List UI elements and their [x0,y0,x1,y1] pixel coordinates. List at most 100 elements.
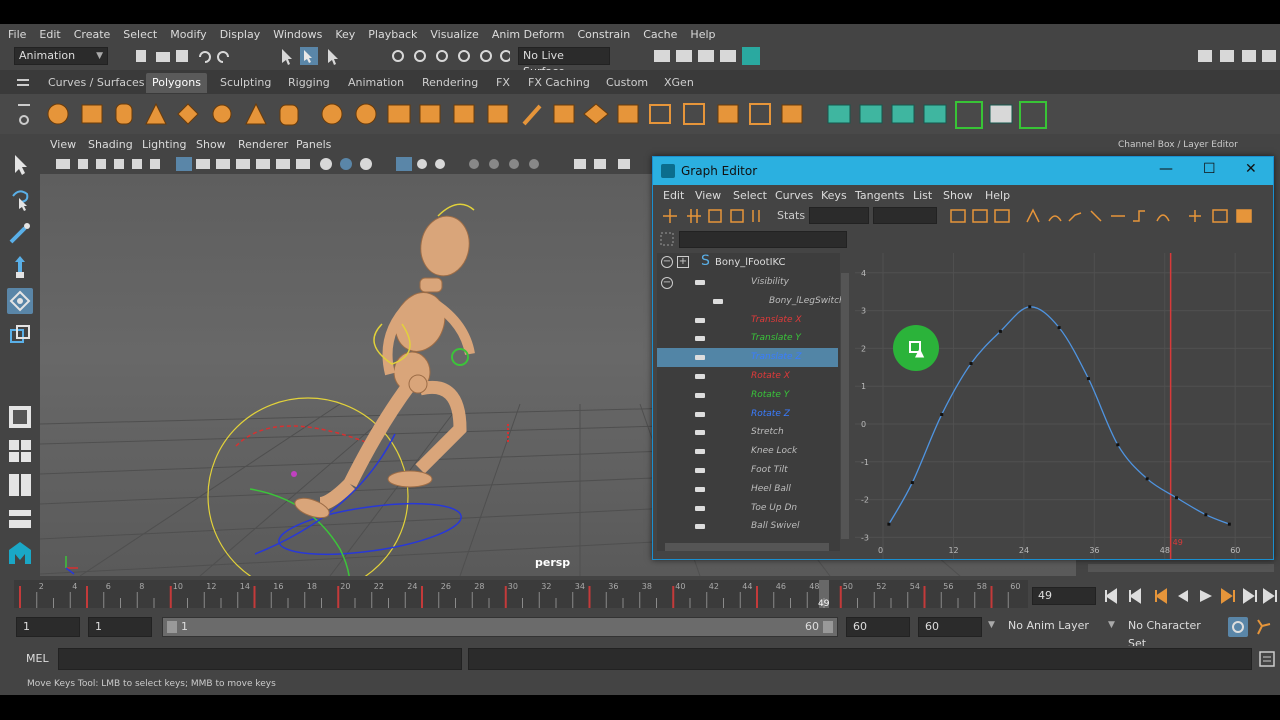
playback-start-field[interactable]: 1 [88,617,152,637]
graph-menu-select[interactable]: Select [733,189,767,202]
shelf-tab-fx-caching[interactable]: FX Caching [522,73,596,93]
menu-select[interactable]: Select [123,28,157,41]
close-icon[interactable]: ✕ [1245,161,1257,177]
outliner-item-ball-swivel[interactable]: Ball Swivel [657,517,838,536]
outliner-item-rotate-z[interactable]: Rotate Z [657,405,838,424]
shelf-icon-row[interactable] [44,100,1064,130]
live-surface-field[interactable]: No Live Surface [518,47,610,78]
outliner-item-rotate-x[interactable]: Rotate X [657,367,838,386]
playback-end-field[interactable]: 60 [846,617,910,637]
outliner-item-translate-x[interactable]: Translate X [657,311,838,330]
range-slider[interactable]: 1 60 [162,617,838,637]
viewport-menu-view[interactable]: View [50,138,76,151]
single-pane-layout-icon[interactable] [7,404,33,430]
outliner-filter-field[interactable] [679,231,847,248]
outliner-item-rotate-y[interactable]: Rotate Y [657,386,838,405]
graph-menu-show[interactable]: Show [943,189,973,202]
time-slider[interactable]: 2 4 6 8 10 12 14 16 18 20 22 24 26 28 30 32 34 36 38 40 42 44… [14,580,1028,609]
script-editor-icon[interactable] [1258,650,1276,668]
outliner-item-heel-ball[interactable]: Heel Ball [657,480,838,499]
graph-menu-curves[interactable]: Curves [775,189,813,202]
anim-layer-dropdown[interactable]: No Anim Layer [1002,617,1102,637]
range-right-handle[interactable] [823,621,833,633]
shelf-tab-sculpting[interactable]: Sculpting [214,73,277,93]
time-slider-ticks[interactable]: 2 4 6 8 10 12 14 16 18 20 22 24 26 28 30 32 34 36 38 40 42 44… [14,580,1028,609]
graph-menu-tangents[interactable]: Tangents [855,189,904,202]
outliner-hscrollbar[interactable] [665,543,829,551]
playback-controls[interactable] [1100,584,1280,608]
menu-anim-deform[interactable]: Anim Deform [492,28,565,41]
curve-graph[interactable]: 4 3 2 1 0 -1 -2 -3 0 12 24 36 48 60 49 [855,253,1271,559]
outliner-item-translate-z[interactable]: Translate Z [657,348,838,368]
current-frame-field[interactable]: 49 [1032,587,1096,605]
outliner-vscrollbar[interactable] [841,273,849,539]
rotate-tool-icon[interactable] [7,288,33,314]
filter-icon[interactable] [659,231,675,247]
outliner-item-toe-up-dn[interactable]: Toe Up Dn [657,499,838,518]
outliner-root[interactable]: − + S Bony_lFootIKC [657,253,840,273]
collapse-icon[interactable]: − [661,256,673,268]
viewport-toolbar[interactable] [44,154,654,174]
outliner-item-knee-lock[interactable]: Knee Lock [657,442,838,461]
graph-menu-list[interactable]: List [913,189,932,202]
menu-visualize[interactable]: Visualize [430,28,478,41]
graph-menu-help[interactable]: Help [985,189,1010,202]
select-tool-icon[interactable] [7,152,33,178]
menu-display[interactable]: Display [220,28,261,41]
viewport-menu-shading[interactable]: Shading [88,138,133,151]
shelf-tab-rigging[interactable]: Rigging [282,73,336,93]
prefs-icons[interactable] [1226,616,1278,638]
menu-windows[interactable]: Windows [273,28,322,41]
chevron-down-icon[interactable]: ▼ [1108,620,1115,630]
move-tool-icon[interactable] [7,254,33,280]
scale-tool-icon[interactable] [7,322,33,348]
tangent-tools-icons[interactable] [949,207,1273,225]
end-time-field[interactable]: 60 [918,617,982,637]
stats-value-field[interactable] [873,207,937,224]
shelf-tab-animation[interactable]: Animation [342,73,410,93]
shelf-tab-polygons[interactable]: Polygons [146,73,207,93]
shelf-settings-icon[interactable] [14,100,34,128]
graph-menu-view[interactable]: View [695,189,721,202]
outliner-item-translate-y[interactable]: Translate Y [657,329,838,348]
shelf-tab-curves-surfaces[interactable]: Curves / Surfaces [42,73,151,93]
paint-select-icon[interactable] [7,220,33,246]
outliner-item-stretch[interactable]: Stretch [657,423,838,442]
menu-cache[interactable]: Cache [643,28,677,41]
character-set-dropdown[interactable]: No Character Set [1122,617,1222,650]
viewport-menu-show[interactable]: Show [196,138,226,151]
menu-set-dropdown[interactable]: Animation ▼ [14,47,108,65]
workspace-icons[interactable] [1194,46,1280,66]
shelf-tab-xgen[interactable]: XGen [658,73,700,93]
side-by-side-layout-icon[interactable] [7,472,33,498]
viewport-menu-lighting[interactable]: Lighting [142,138,186,151]
shelf-tab-custom[interactable]: Custom [600,73,654,93]
shelf-tab-fx[interactable]: FX [490,73,516,93]
shelf-menu-icon[interactable] [14,74,34,92]
menu-modify[interactable]: Modify [170,28,206,41]
menu-playback[interactable]: Playback [368,28,417,41]
minimize-icon[interactable]: — [1159,161,1173,177]
outliner-item-bony-llegswitch[interactable]: Bony_lLegSwitch [657,292,845,311]
outliner-item-visibility[interactable]: Visibility [657,273,838,292]
menu-key[interactable]: Key [335,28,355,41]
graph-editor-titlebar[interactable]: Graph Editor — ☐ ✕ [653,157,1273,185]
graph-view[interactable]: 4 3 2 1 0 -1 -2 -3 0 12 24 36 48 60 49 ▲ [855,253,1271,559]
viewport-menu-renderer[interactable]: Renderer [238,138,288,151]
graph-menu-edit[interactable]: Edit [663,189,684,202]
lasso-tool-icon[interactable] [7,186,33,212]
menu-create[interactable]: Create [74,28,111,41]
stats-frame-field[interactable] [809,207,869,224]
expand-all-icon[interactable]: + [677,256,689,268]
start-time-field[interactable]: 1 [16,617,80,637]
chevron-down-icon[interactable]: ▼ [988,620,995,630]
menu-file[interactable]: File [8,28,26,41]
menu-edit[interactable]: Edit [39,28,60,41]
menu-constrain[interactable]: Constrain [577,28,630,41]
key-tools-icons[interactable] [659,207,769,225]
menu-help[interactable]: Help [690,28,715,41]
render-icons[interactable] [650,46,770,66]
graph-menu-keys[interactable]: Keys [821,189,847,202]
status-line-icons[interactable] [130,46,510,66]
four-pane-layout-icon[interactable] [7,438,33,464]
